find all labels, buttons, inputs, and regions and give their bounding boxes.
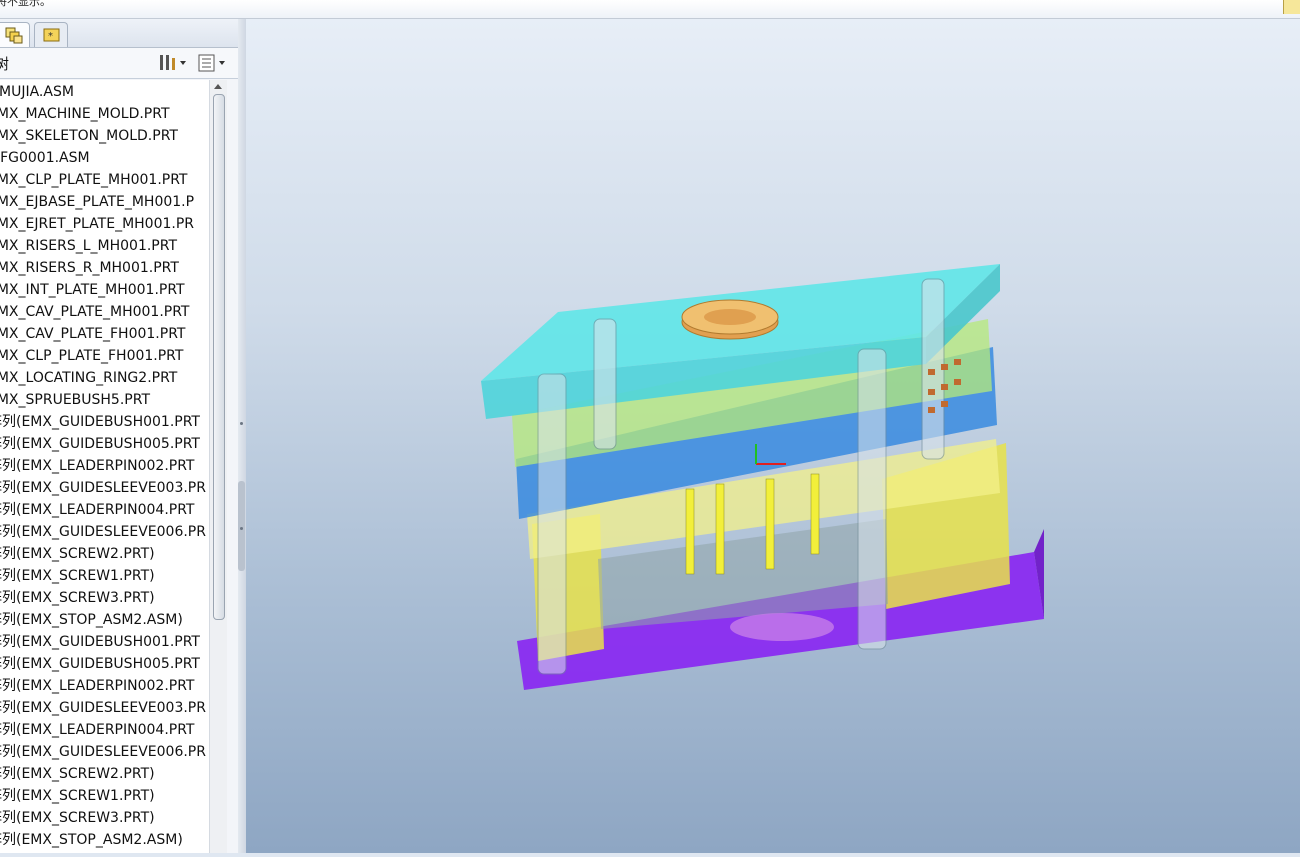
tree-item[interactable]: 阵列(EMX_SCREW3.PRT): [0, 587, 155, 609]
panel-splitter[interactable]: [238, 19, 246, 853]
tree-settings-icon: [160, 55, 186, 70]
mold-assembly-model: [481, 264, 1044, 690]
graphics-viewport[interactable]: [246, 19, 1300, 853]
tree-item[interactable]: 阵列(EMX_STOP_ASM2.ASM): [0, 829, 183, 851]
tree-item[interactable]: 阵列(EMX_GUIDEBUSH005.PRT: [0, 653, 200, 675]
message-text: 将不显示。: [0, 0, 51, 8]
tree-item[interactable]: EMX_INT_PLATE_MH001.PRT: [0, 279, 185, 301]
tree-item[interactable]: EMX_CAV_PLATE_MH001.PRT: [0, 301, 189, 323]
tree-item[interactable]: 阵列(EMX_SCREW1.PRT): [0, 565, 155, 587]
tree-item[interactable]: 阵列(EMX_LEADERPIN002.PRT: [0, 455, 194, 477]
tree-item[interactable]: EMX_SPRUEBUSH5.PRT: [0, 389, 150, 411]
tree-item[interactable]: EMX_CLP_PLATE_MH001.PRT: [0, 169, 187, 191]
tree-item[interactable]: EMX_RISERS_R_MH001.PRT: [0, 257, 179, 279]
message-corner-icon[interactable]: [1283, 0, 1300, 14]
tree-item[interactable]: 阵列(EMX_LEADERPIN004.PRT: [0, 499, 194, 521]
tree-item[interactable]: 阵列(EMX_LEADERPIN002.PRT: [0, 675, 194, 697]
scroll-up-icon[interactable]: [214, 84, 222, 89]
tree-item[interactable]: 阵列(EMX_STOP_ASM2.ASM): [0, 609, 183, 631]
star-folder-icon: *: [43, 28, 60, 42]
tree-item[interactable]: 阵列(EMX_SCREW3.PRT): [0, 807, 155, 829]
tree-item[interactable]: OMUJIA.ASM: [0, 81, 74, 103]
tree-item[interactable]: EMX_LOCATING_RING2.PRT: [0, 367, 177, 389]
panel-tabs: *: [0, 19, 238, 48]
tree-item[interactable]: 阵列(EMX_LEADERPIN004.PRT: [0, 719, 194, 741]
tree-item[interactable]: 阵列(EMX_SCREW2.PRT): [0, 543, 155, 565]
tree-columns-icon: [198, 54, 225, 72]
tree-item[interactable]: 阵列(EMX_GUIDEBUSH005.PRT: [0, 433, 200, 455]
tree-item[interactable]: 阵列(EMX_GUIDESLEEVE006.PR: [0, 521, 206, 543]
splitter-handle[interactable]: [238, 481, 245, 571]
panel-title: 树: [0, 55, 10, 73]
tree-item[interactable]: 阵列(EMX_GUIDEBUSH001.PRT: [0, 411, 200, 433]
tree-item[interactable]: 阵列(EMX_GUIDESLEEVE003.PR: [0, 697, 206, 719]
tree-item[interactable]: MFG0001.ASM: [0, 147, 90, 169]
tree-item[interactable]: EMX_CLP_PLATE_FH001.PRT: [0, 345, 183, 367]
tree-item[interactable]: 阵列(EMX_GUIDESLEEVE006.PR: [0, 741, 206, 763]
tree-toolbar: 树: [0, 48, 238, 79]
ejector-disc: [730, 613, 834, 641]
tree-item[interactable]: 阵列(EMX_SCREW1.PRT): [0, 785, 155, 807]
model-tree-list[interactable]: OMUJIA.ASMEMX_MACHINE_MOLD.PRTEMX_SKELET…: [0, 80, 209, 853]
model-tree-panel: * 树 OMUJIA.ASMEMX_MACHINE_MOLD.PRTEMX_SK…: [0, 19, 239, 853]
tree-scrollbar[interactable]: [209, 80, 227, 853]
splitter-grip-dot: [240, 527, 243, 530]
tab-model-tree[interactable]: [0, 22, 30, 47]
tree-item[interactable]: EMX_CAV_PLATE_FH001.PRT: [0, 323, 185, 345]
tree-item[interactable]: 阵列(EMX_SCREW2.PRT): [0, 763, 155, 785]
tree-item[interactable]: EMX_EJBASE_PLATE_MH001.P: [0, 191, 194, 213]
scroll-thumb[interactable]: [213, 94, 225, 620]
tab-favorites[interactable]: *: [34, 22, 68, 47]
tree-item[interactable]: EMX_SKELETON_MOLD.PRT: [0, 125, 178, 147]
model-tree-icon: [5, 27, 23, 44]
tree-item[interactable]: EMX_EJRET_PLATE_MH001.PR: [0, 213, 194, 235]
tree-item[interactable]: 阵列(EMX_GUIDESLEEVE003.PR: [0, 477, 206, 499]
tree-item[interactable]: EMX_MACHINE_MOLD.PRT: [0, 103, 170, 125]
tree-columns-button[interactable]: [197, 52, 229, 74]
tree-item[interactable]: EMX_RISERS_L_MH001.PRT: [0, 235, 177, 257]
message-bar: 将不显示。: [0, 0, 1300, 19]
svg-text:*: *: [48, 31, 53, 42]
splitter-grip-dot: [240, 422, 243, 425]
tree-item[interactable]: 阵列(EMX_GUIDEBUSH001.PRT: [0, 631, 200, 653]
tree-settings-button[interactable]: [158, 52, 188, 74]
